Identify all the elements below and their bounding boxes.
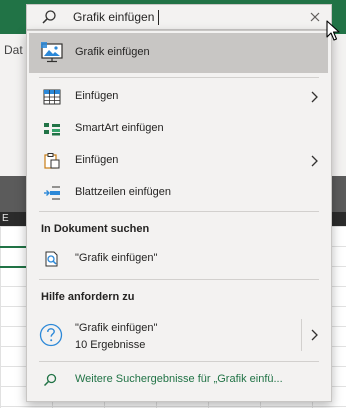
more-results-label[interactable]: Weitere Suchergebnisse für „Grafik einfü… [75,373,283,385]
section-heading-document-search: In Dokument suchen [41,223,150,235]
insert-rows-icon [44,186,60,200]
divider [301,319,302,351]
more-search-results-link[interactable]: Weitere Suchergebnisse für „Grafik einfü… [27,365,331,395]
divider [39,77,319,78]
action-label: Einfügen [75,154,119,166]
action-insert-sheet-rows[interactable]: Blattzeilen einfügen [27,177,331,209]
smartart-icon [44,123,60,136]
section-heading-help: Hilfe anfordern zu [41,291,135,303]
chevron-right-icon[interactable] [309,329,319,341]
action-label: SmartArt einfügen [75,122,164,134]
search-bar[interactable] [26,4,332,30]
search-suggestions-dropdown: Grafik einfügen Einfügen SmartArt einfüg… [26,30,332,402]
picture-monitor-icon [41,42,63,63]
search-input[interactable] [73,6,293,28]
action-insert-smartart[interactable]: SmartArt einfügen [27,113,331,145]
document-search-icon [45,251,58,267]
divider [39,361,319,362]
document-search-result[interactable]: "Grafik einfügen" [27,243,331,275]
chevron-right-icon[interactable] [309,91,319,103]
document-search-label: "Grafik einfügen" [75,252,158,264]
insert-table-icon [43,89,61,105]
top-result-insert-picture[interactable]: Grafik einfügen [29,33,328,73]
divider [39,211,319,212]
help-question-icon [39,323,63,347]
close-icon[interactable] [307,9,323,25]
search-icon [43,373,57,387]
help-result[interactable]: "Grafik einfügen" 10 Ergebnisse [27,311,331,359]
action-insert[interactable]: Einfügen [27,81,331,113]
paste-clipboard-icon [44,153,60,169]
search-icon [42,10,56,24]
action-label: Blattzeilen einfügen [75,186,172,198]
top-result-label: Grafik einfügen [75,46,150,58]
mouse-cursor-icon [326,20,340,41]
divider [39,279,319,280]
chevron-right-icon[interactable] [309,155,319,167]
action-paste[interactable]: Einfügen [27,145,331,177]
text-caret [158,10,159,25]
action-label: Einfügen [75,90,119,102]
ribbon-tab-fragment[interactable]: Dat [4,43,23,57]
help-result-count: 10 Ergebnisse [75,339,146,351]
help-result-label: "Grafik einfügen" [75,322,158,334]
column-header-letter[interactable]: E [2,213,9,224]
